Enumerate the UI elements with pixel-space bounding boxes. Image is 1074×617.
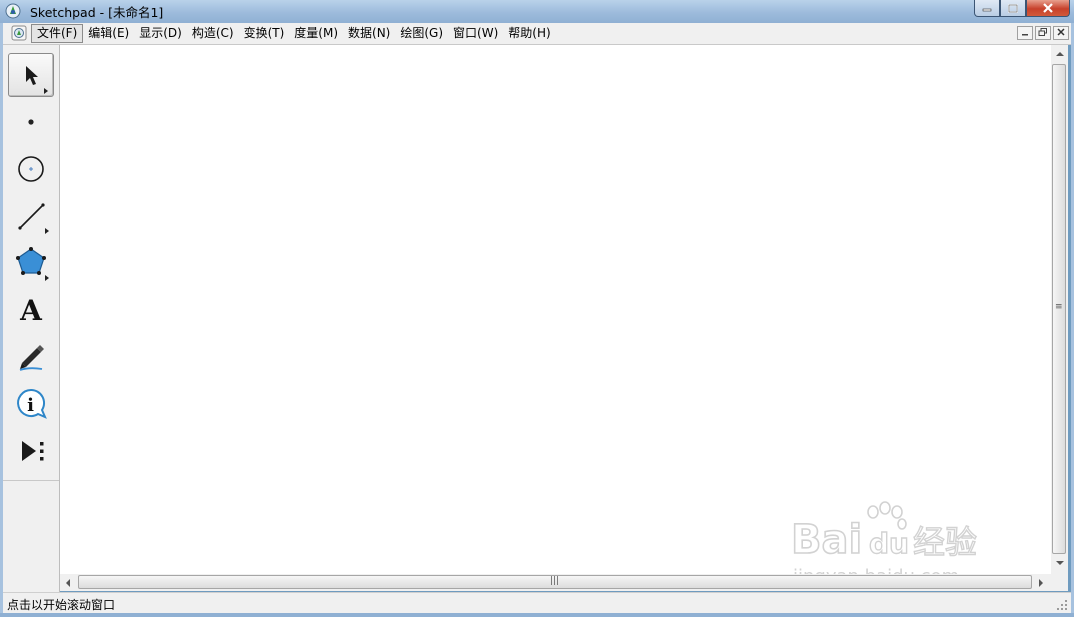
sketchpad-app-icon[interactable] xyxy=(5,3,21,19)
polygon-icon xyxy=(16,247,49,281)
scroll-right-arrow-icon[interactable] xyxy=(1039,579,1043,587)
info-icon: i xyxy=(17,388,47,419)
status-bar: 点击以开始滚动窗口 xyxy=(3,592,1071,614)
menu-display[interactable]: 显示(D) xyxy=(134,24,187,43)
minimize-button[interactable] xyxy=(974,0,1000,17)
sketch-canvas[interactable]: Bai du 经验 jingyan.baidu.com xyxy=(60,45,1051,587)
window-frame-bottom xyxy=(0,613,1074,617)
restore-icon xyxy=(1038,28,1047,36)
watermark-brand-suffix: du xyxy=(869,527,909,560)
point-tool[interactable] xyxy=(8,99,54,143)
grip-icon: ≡ xyxy=(1055,302,1062,312)
arrow-selection-tool[interactable] xyxy=(8,53,54,97)
text-a-icon: A xyxy=(19,294,43,327)
document-icon[interactable] xyxy=(11,25,27,41)
minimize-icon xyxy=(1022,34,1028,36)
polygon-tool[interactable] xyxy=(8,240,54,284)
title-bar[interactable]: Sketchpad - [未命名1] xyxy=(0,0,1074,23)
horizontal-scrollbar[interactable]: ||| xyxy=(60,574,1051,591)
minimize-icon xyxy=(982,8,992,12)
arrow-cursor-icon xyxy=(26,66,48,94)
window-title: Sketchpad - [未命名1] xyxy=(30,5,164,20)
resize-grip-icon[interactable] xyxy=(1056,599,1068,611)
circle-icon xyxy=(18,156,44,182)
straightedge-tool[interactable] xyxy=(8,193,54,237)
svg-text:i: i xyxy=(27,395,34,416)
scroll-down-arrow-icon[interactable] xyxy=(1056,561,1064,565)
doc-restore-button[interactable] xyxy=(1035,26,1051,40)
maximize-button[interactable] xyxy=(1000,0,1026,17)
custom-tools[interactable] xyxy=(8,428,54,472)
scroll-corner xyxy=(1051,574,1068,591)
watermark-cn: 经验 xyxy=(913,523,977,561)
menu-file[interactable]: 文件(F) xyxy=(31,24,84,43)
menu-edit[interactable]: 编辑(E) xyxy=(83,24,134,43)
menu-measure[interactable]: 度量(M) xyxy=(289,24,343,43)
close-button[interactable] xyxy=(1026,0,1070,17)
menu-graph[interactable]: 绘图(G) xyxy=(395,24,448,43)
menu-construct[interactable]: 构造(C) xyxy=(187,24,239,43)
text-tool-glyph: A xyxy=(19,294,43,327)
horizontal-scroll-thumb[interactable]: ||| xyxy=(78,575,1032,589)
point-icon xyxy=(28,119,34,125)
vertical-scrollbar[interactable]: ≡ xyxy=(1051,45,1068,574)
compass-tool[interactable] xyxy=(8,146,54,190)
menu-data[interactable]: 数据(N) xyxy=(343,24,395,43)
toolbox: A i xyxy=(3,45,60,593)
watermark-brand: Bai xyxy=(791,517,862,563)
marker-pen-icon xyxy=(19,345,44,371)
vertical-scroll-thumb[interactable]: ≡ xyxy=(1052,64,1066,554)
toolbox-divider xyxy=(3,480,59,481)
menu-window[interactable]: 窗口(W) xyxy=(448,24,503,43)
text-tool[interactable]: A xyxy=(8,287,54,331)
scroll-up-arrow-icon[interactable] xyxy=(1056,52,1064,56)
scroll-left-arrow-icon[interactable] xyxy=(66,579,70,587)
maximize-icon xyxy=(1008,3,1018,13)
menu-help[interactable]: 帮助(H) xyxy=(503,24,555,43)
line-segment-icon xyxy=(18,203,49,234)
menu-bar: 文件(F) 编辑(E) 显示(D) 构造(C) 变换(T) 度量(M) 数据(N… xyxy=(3,23,1071,45)
grip-icon: ||| xyxy=(550,576,560,586)
close-icon xyxy=(1057,28,1065,36)
paw-icon xyxy=(867,501,907,530)
doc-minimize-button[interactable] xyxy=(1017,26,1033,40)
menu-transform[interactable]: 变换(T) xyxy=(239,24,290,43)
status-text: 点击以开始滚动窗口 xyxy=(7,598,116,612)
close-icon xyxy=(1043,3,1053,13)
marker-tool[interactable] xyxy=(8,334,54,378)
information-tool[interactable]: i xyxy=(8,381,54,425)
custom-tools-icon xyxy=(22,441,44,461)
doc-close-button[interactable] xyxy=(1053,26,1069,40)
